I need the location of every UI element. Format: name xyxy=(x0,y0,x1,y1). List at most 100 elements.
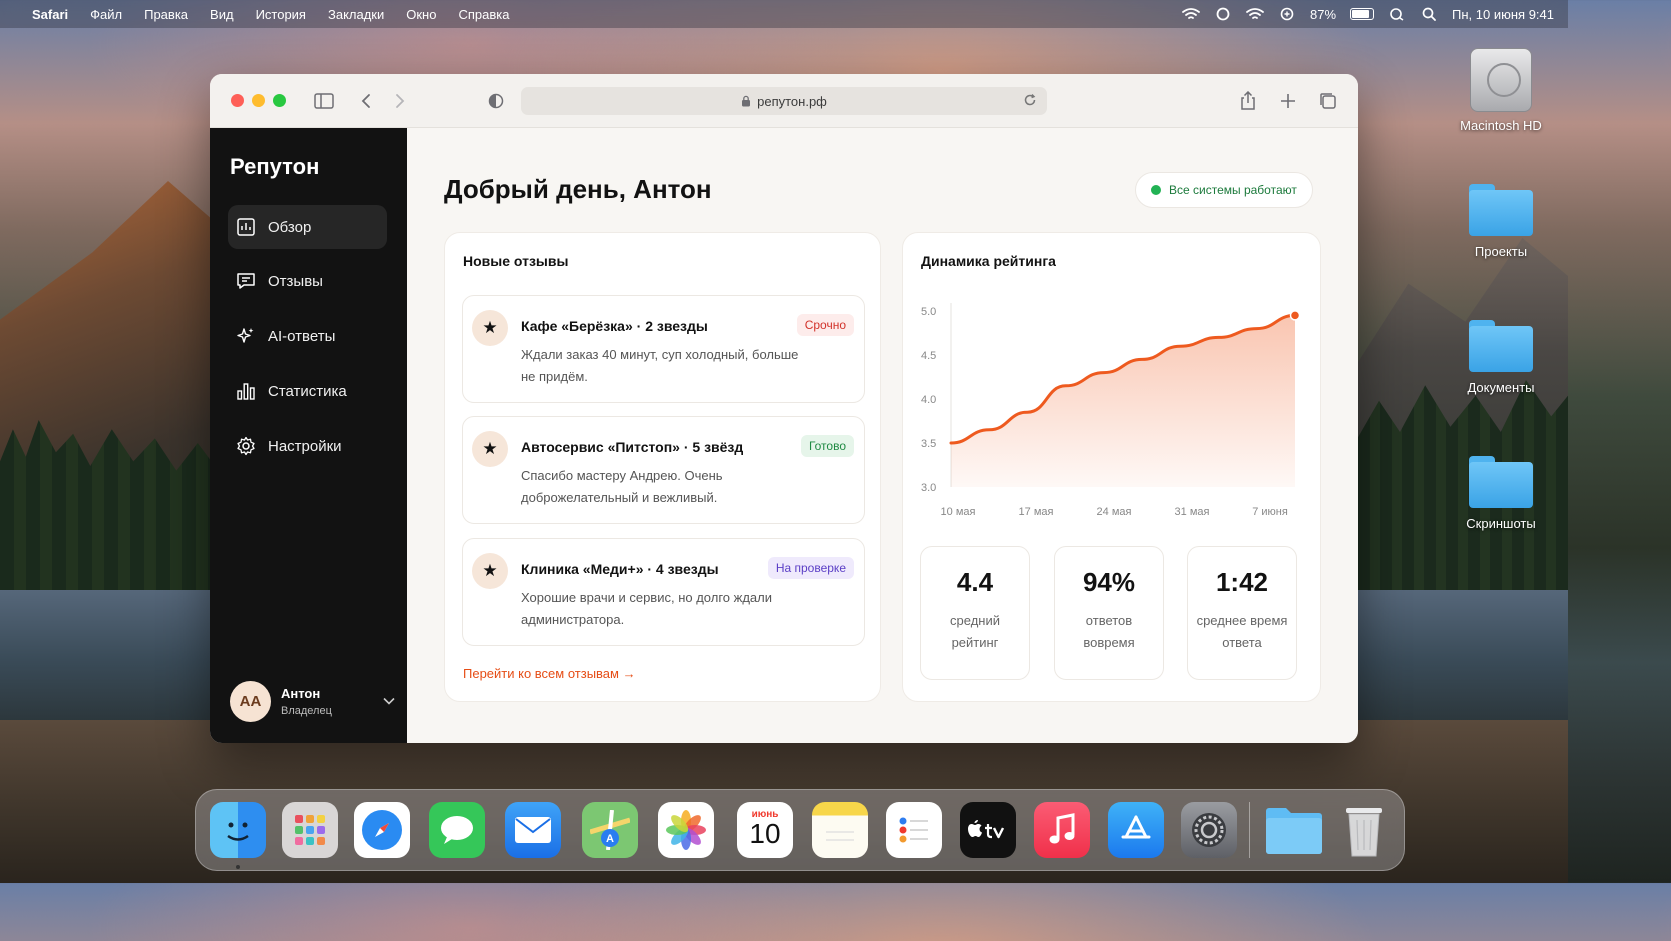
user-menu[interactable]: АА Антон Владелец xyxy=(230,679,395,723)
app-sidebar: Репутон Обзор Отзывы AI-ответы Статистик… xyxy=(210,128,407,743)
new-reviews-card: Новые отзывы ★ Кафе «Берёзка» · 2 звезды… xyxy=(444,232,881,702)
status-badge[interactable]: Все системы работают xyxy=(1135,172,1313,208)
notes-icon[interactable] xyxy=(812,802,868,858)
hard-drive-icon xyxy=(1470,48,1532,112)
review-item[interactable]: ★ Клиника «Меди+» · 4 звезды Хорошие вра… xyxy=(462,538,865,646)
desktop-item-screenshots[interactable]: Скриншоты xyxy=(1446,456,1556,531)
menu-item-edit[interactable]: Правка xyxy=(144,7,188,22)
sidebar-item-settings[interactable]: Настройки xyxy=(228,424,387,468)
apple-tv-icon[interactable] xyxy=(960,802,1016,858)
browser-toolbar: репутон.рф xyxy=(210,74,1358,128)
x-tick-label: 10 мая xyxy=(941,506,976,518)
safari-icon[interactable] xyxy=(354,802,410,858)
zoom-window-button[interactable] xyxy=(273,94,286,107)
tab-overview-icon[interactable] xyxy=(1316,89,1340,113)
review-item[interactable]: ★ Кафе «Берёзка» · 2 звезды Ждали заказ … xyxy=(462,295,865,403)
stat-average-rating: 4.4 средний рейтинг xyxy=(920,546,1030,680)
privacy-shield-icon[interactable] xyxy=(484,89,508,113)
wifi-icon[interactable] xyxy=(1182,7,1200,21)
menu-clock[interactable]: Пн, 10 июня 9:41 xyxy=(1452,7,1554,22)
stat-value: 94% xyxy=(1082,567,1136,597)
menu-item-history[interactable]: История xyxy=(256,7,306,22)
page-title: Добрый день, Антон xyxy=(444,174,712,204)
review-status-badge: Срочно xyxy=(796,314,854,336)
stat-value: 4.4 xyxy=(956,567,994,597)
menu-item-help[interactable]: Справка xyxy=(458,7,509,22)
forward-icon[interactable] xyxy=(388,89,412,113)
stat-on-time-replies: 94% ответов вовремя xyxy=(1054,546,1164,680)
music-icon[interactable] xyxy=(1034,802,1090,858)
sidebar-toggle-icon[interactable] xyxy=(312,89,336,113)
sidebar-item-label: Статистика xyxy=(268,382,347,400)
y-tick-label: 4.0 xyxy=(921,394,936,406)
sidebar-item-overview[interactable]: Обзор xyxy=(228,205,387,249)
x-tick-label: 7 июня xyxy=(1252,506,1288,518)
app-store-icon[interactable] xyxy=(1108,802,1164,858)
maps-icon[interactable]: A xyxy=(582,802,638,858)
wifi-status-icon[interactable] xyxy=(1246,7,1264,21)
system-settings-icon[interactable] xyxy=(1181,802,1237,858)
dock: A июнь 10 xyxy=(195,789,1405,871)
battery-icon[interactable] xyxy=(1350,8,1375,20)
sidebar-item-ai-replies[interactable]: AI-ответы xyxy=(228,314,387,358)
review-title: Кафе «Берёзка» · 2 звезды xyxy=(521,318,708,334)
menu-bar: Safari Файл Правка Вид История Закладки … xyxy=(0,0,1568,28)
brand-logo[interactable]: Репутон xyxy=(230,154,319,180)
desktop-item-documents[interactable]: Документы xyxy=(1446,320,1556,395)
lock-icon xyxy=(742,95,751,107)
stat-label: средний рейтинг xyxy=(950,613,1000,650)
focus-icon[interactable] xyxy=(1214,7,1232,21)
card-title: Новые отзывы xyxy=(463,253,569,269)
dock-separator xyxy=(1249,802,1250,858)
x-tick-label: 17 мая xyxy=(1019,506,1054,518)
mail-icon[interactable] xyxy=(505,802,561,858)
new-tab-icon[interactable] xyxy=(1276,89,1300,113)
menu-item-window[interactable]: Окно xyxy=(406,7,436,22)
review-item[interactable]: ★ Автосервис «Питстоп» · 5 звёзд Спасибо… xyxy=(462,416,865,524)
all-reviews-link[interactable]: Перейти ко всем отзывам → xyxy=(463,666,636,681)
vpn-icon[interactable] xyxy=(1278,7,1296,21)
sidebar-item-statistics[interactable]: Статистика xyxy=(228,369,387,413)
menu-app-name[interactable]: Safari xyxy=(32,7,68,22)
messages-icon[interactable] xyxy=(429,802,485,858)
address-bar[interactable]: репутон.рф xyxy=(521,87,1047,115)
rating-trend-card: Динамика рейтинга 3.0 3.5 4.0 4.5 5.0 10 мая 1… xyxy=(902,232,1321,702)
y-tick-label: 5.0 xyxy=(921,306,936,318)
folder-icon[interactable] xyxy=(1264,802,1324,858)
photos-icon[interactable] xyxy=(658,802,714,858)
back-icon[interactable] xyxy=(354,89,378,113)
calendar-icon[interactable]: июнь 10 xyxy=(737,802,793,858)
chevron-down-icon[interactable] xyxy=(383,692,395,710)
control-center-icon[interactable] xyxy=(1388,7,1406,21)
minimize-window-button[interactable] xyxy=(252,94,265,107)
close-window-button[interactable] xyxy=(231,94,244,107)
rating-latest-point xyxy=(1289,310,1301,321)
menu-item-bookmarks[interactable]: Закладки xyxy=(328,7,384,22)
share-icon[interactable] xyxy=(1236,89,1260,113)
launchpad-icon[interactable] xyxy=(282,802,338,858)
sidebar-item-reviews[interactable]: Отзывы xyxy=(228,259,387,303)
desktop-item-label: Документы xyxy=(1467,380,1535,395)
star-icon: ★ xyxy=(472,553,508,589)
review-title: Клиника «Меди+» · 4 звезды xyxy=(521,561,719,577)
desktop-item-projects[interactable]: Проекты xyxy=(1446,184,1556,259)
dashboard-icon xyxy=(237,218,255,236)
calendar-day: 10 xyxy=(749,817,781,849)
finder-icon[interactable] xyxy=(210,802,266,858)
menu-item-file[interactable]: Файл xyxy=(90,7,122,22)
trash-icon[interactable] xyxy=(1336,802,1392,858)
status-ok-icon xyxy=(1151,185,1161,195)
spotlight-search-icon[interactable] xyxy=(1420,7,1438,21)
sidebar-item-label: Настройки xyxy=(268,437,342,455)
menu-item-view[interactable]: Вид xyxy=(210,7,234,22)
reload-icon[interactable] xyxy=(1023,93,1037,110)
reminders-icon[interactable] xyxy=(886,802,942,858)
user-role: Владелец xyxy=(281,704,332,717)
x-tick-label: 31 мая xyxy=(1175,506,1210,518)
desktop-item-macintosh-hd[interactable]: Macintosh HD xyxy=(1446,48,1556,133)
sidebar-item-label: Отзывы xyxy=(268,272,323,290)
stat-value: 1:42 xyxy=(1215,567,1269,597)
stat-average-response-time: 1:42 среднее время ответа xyxy=(1187,546,1297,680)
y-tick-label: 3.0 xyxy=(921,482,936,494)
rating-chart: 3.0 3.5 4.0 4.5 5.0 10 мая 17 мая 24 мая 31 мая 7… xyxy=(921,303,1301,518)
